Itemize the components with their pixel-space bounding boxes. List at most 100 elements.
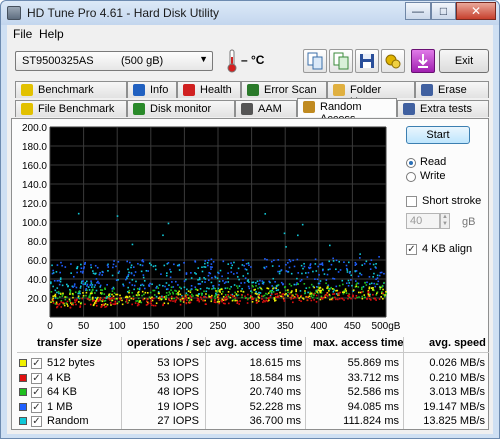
data-point xyxy=(128,289,131,292)
data-point xyxy=(236,272,238,274)
tab-info[interactable]: Info xyxy=(127,81,177,98)
data-point xyxy=(113,288,115,290)
data-point xyxy=(119,294,121,297)
write-radio[interactable] xyxy=(406,172,416,182)
data-point xyxy=(102,299,104,301)
data-point xyxy=(375,263,377,265)
tab-folder-usage[interactable]: Folder Usage xyxy=(327,81,415,108)
data-point xyxy=(210,268,212,270)
tab-benchmark[interactable]: Benchmark xyxy=(15,81,127,98)
data-point xyxy=(277,259,280,261)
data-point xyxy=(101,274,104,276)
data-point xyxy=(236,276,239,278)
download-button[interactable] xyxy=(411,49,435,73)
menu-file[interactable]: File xyxy=(13,27,32,41)
tab-disk-monitor[interactable]: Disk monitor xyxy=(127,100,235,117)
data-point xyxy=(273,259,275,262)
data-point xyxy=(256,280,259,283)
series-checkbox[interactable]: ✓ xyxy=(31,372,42,384)
data-point xyxy=(345,264,348,267)
title-bar[interactable]: HD Tune Pro 4.61 - Hard Disk Utility — □… xyxy=(1,1,499,25)
data-point xyxy=(341,279,344,282)
series-checkbox[interactable]: ✓ xyxy=(31,387,42,398)
tab-health[interactable]: Health xyxy=(177,81,241,98)
data-point xyxy=(261,298,263,300)
series-checkbox[interactable]: ✓ xyxy=(31,416,42,427)
data-point xyxy=(262,301,264,303)
data-point xyxy=(99,272,101,274)
data-point xyxy=(86,289,88,292)
short-stroke-checkbox[interactable] xyxy=(406,196,417,207)
tab-file-benchmark[interactable]: File Benchmark xyxy=(15,100,127,117)
data-point xyxy=(155,287,157,289)
menu-help[interactable]: Help xyxy=(39,27,64,41)
data-point xyxy=(177,297,180,300)
tab-extra-tests[interactable]: Extra tests xyxy=(397,100,489,117)
close-button[interactable]: ✕ xyxy=(456,2,496,20)
data-point xyxy=(292,301,294,304)
data-point xyxy=(275,287,278,289)
data-point xyxy=(368,276,371,278)
copy-button[interactable] xyxy=(303,49,327,73)
data-point xyxy=(90,282,93,284)
data-point xyxy=(168,298,170,300)
extra-tests-icon xyxy=(403,103,415,115)
data-point xyxy=(165,274,168,277)
data-point xyxy=(91,296,94,299)
data-point xyxy=(379,288,382,290)
data-point xyxy=(202,299,205,302)
data-point xyxy=(127,268,129,271)
data-point xyxy=(50,282,52,285)
tab-error-scan[interactable]: Error Scan xyxy=(241,81,327,98)
data-point xyxy=(376,274,379,277)
data-point xyxy=(242,291,245,293)
tab-erase[interactable]: Erase xyxy=(415,81,489,98)
drive-select[interactable]: ST9500325AS (500 gB) ▼ xyxy=(15,51,213,71)
data-point xyxy=(90,266,93,269)
data-point xyxy=(109,299,111,301)
exit-button[interactable]: Exit xyxy=(439,49,489,73)
data-point xyxy=(172,300,174,302)
header-transfer-size: transfer size xyxy=(37,337,102,349)
short-stroke-spinner[interactable]: ▲ ▼ xyxy=(440,213,450,229)
data-point xyxy=(295,290,297,293)
save-button[interactable] xyxy=(355,49,379,73)
data-point xyxy=(82,283,85,286)
data-point xyxy=(279,270,281,273)
start-button[interactable]: Start xyxy=(406,126,470,144)
data-point xyxy=(185,301,188,304)
align-checkbox[interactable]: ✓ xyxy=(406,244,417,255)
data-point xyxy=(287,289,289,291)
cell-avg: 18.584 ms xyxy=(249,371,301,384)
minimize-button[interactable]: — xyxy=(405,2,431,20)
data-point xyxy=(307,291,309,294)
series-checkbox[interactable]: ✓ xyxy=(31,358,42,369)
align-label: 4 KB align xyxy=(422,243,473,255)
tab-label: Extra tests xyxy=(420,103,472,115)
data-point xyxy=(111,299,114,302)
data-point xyxy=(179,300,182,303)
cell-size: 1 MB xyxy=(47,400,73,413)
data-point xyxy=(255,282,257,284)
data-point xyxy=(337,298,339,301)
data-point xyxy=(167,294,170,296)
data-point xyxy=(369,263,371,265)
data-point xyxy=(179,293,182,296)
data-point xyxy=(113,292,116,294)
data-point xyxy=(54,289,57,292)
short-stroke-input[interactable]: 40 xyxy=(406,213,440,229)
maximize-button[interactable]: □ xyxy=(431,2,456,20)
options-button[interactable] xyxy=(381,49,405,73)
data-point xyxy=(204,281,206,283)
tab-aam[interactable]: AAM xyxy=(235,100,297,117)
data-point xyxy=(292,297,295,300)
data-point xyxy=(151,298,153,300)
tab-random-access[interactable]: Random Access xyxy=(297,98,397,125)
copy-screenshot-button[interactable] xyxy=(329,49,353,73)
data-point xyxy=(132,266,135,268)
data-point xyxy=(77,295,80,298)
series-checkbox[interactable]: ✓ xyxy=(31,401,42,413)
data-point xyxy=(73,283,76,285)
data-point xyxy=(78,301,80,303)
read-radio[interactable] xyxy=(406,158,416,168)
